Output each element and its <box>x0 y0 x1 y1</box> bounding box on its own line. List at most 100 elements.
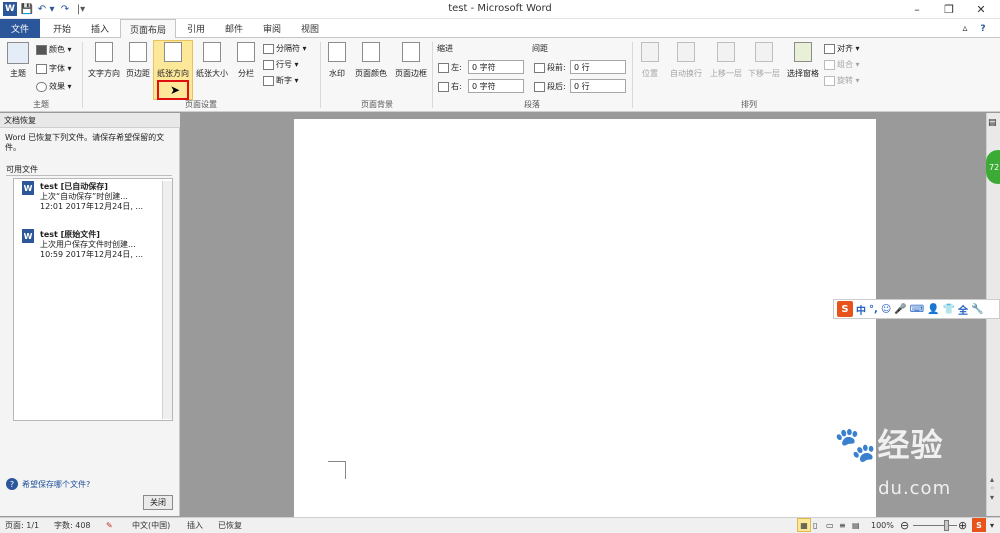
tab-file[interactable]: 文件 <box>0 19 40 38</box>
tab-mailings[interactable]: 邮件 <box>216 19 252 38</box>
align-button[interactable]: 对齐 ▾ <box>824 43 860 54</box>
minimize-button[interactable]: – <box>902 0 932 19</box>
hyphenation-label: 断字 ▾ <box>276 76 299 85</box>
ime-user-icon[interactable]: 👤 <box>927 304 939 315</box>
hyphenation-button[interactable]: 断字 ▾ <box>263 75 299 86</box>
bring-forward-button[interactable]: 上移一层 <box>706 42 746 79</box>
restore-button[interactable]: ❐ <box>934 0 964 19</box>
page-color-label: 页面颜色 <box>355 69 387 78</box>
insert-mode[interactable]: 插入 <box>187 518 203 532</box>
indent-left-icon <box>438 62 449 73</box>
ime-chinese-mode[interactable]: 中 <box>856 302 866 317</box>
file-item-original-text[interactable]: test [原始文件] 上次用户保存文件时创建... 10:59 2017年12… <box>40 230 143 260</box>
page-count[interactable]: 页面: 1/1 <box>5 518 39 532</box>
mouse-cursor-icon: ➤ <box>170 83 181 97</box>
sogou-tray-icon[interactable]: S <box>972 518 986 532</box>
columns-icon <box>237 42 255 62</box>
send-backward-button[interactable]: 下移一层 <box>744 42 784 79</box>
group-separator <box>432 42 433 108</box>
sogou-logo-icon[interactable]: S <box>837 301 853 317</box>
page-borders-button[interactable]: 页面边框 <box>391 42 431 79</box>
page-borders-label: 页面边框 <box>395 69 427 78</box>
page-size-button[interactable]: 纸张大小 <box>194 42 230 79</box>
close-pane-button[interactable]: 关闭 <box>143 495 173 510</box>
columns-label: 分栏 <box>238 69 254 78</box>
text-direction-button[interactable]: 文字方向 <box>86 42 122 79</box>
which-file-help-link[interactable]: 希望保存哪个文件? <box>22 479 90 490</box>
tab-insert[interactable]: 插入 <box>82 19 118 38</box>
zoom-slider-thumb[interactable] <box>944 520 949 531</box>
close-button[interactable]: ✕ <box>966 0 996 19</box>
indent-left-field[interactable]: 0 字符 <box>468 60 524 74</box>
spacing-after-field[interactable]: 0 行 <box>570 79 626 93</box>
zoom-level[interactable]: 100% <box>871 518 894 532</box>
recovered-file-list[interactable] <box>13 178 173 421</box>
full-screen-reading-icon[interactable]: ▯ <box>813 518 817 532</box>
indent-right-field[interactable]: 0 字符 <box>468 79 524 93</box>
recovery-message: Word 已恢复下列文件。请保存希望保留的文件。 <box>5 133 165 152</box>
ime-emoji-icon[interactable]: ☺ <box>881 304 891 315</box>
zoom-in-icon[interactable]: ⊕ <box>958 518 967 532</box>
ime-skin-icon[interactable]: 👕 <box>943 304 955 315</box>
ime-fullwidth-toggle[interactable]: 全 <box>958 302 968 317</box>
tab-view[interactable]: 视图 <box>292 19 328 38</box>
spacing-after-label: 段后: <box>534 81 566 92</box>
themes-label: 主题 <box>10 69 26 78</box>
floating-badge[interactable]: 72 <box>986 150 1000 184</box>
draft-view-icon[interactable]: ▤ <box>852 518 860 532</box>
breaks-button[interactable]: 分隔符 ▾ <box>263 43 307 54</box>
rotate-button[interactable]: 旋转 ▾ <box>824 75 860 86</box>
file-list-scrollbar[interactable] <box>162 181 172 419</box>
tab-page-layout[interactable]: 页面布局 <box>120 19 176 39</box>
help-question-icon: ? <box>6 478 18 490</box>
file-description: 上次用户保存文件时创建... <box>40 240 136 249</box>
theme-fonts-label: 字体 ▾ <box>49 64 72 73</box>
orientation-button[interactable]: 纸张方向 <box>153 42 193 79</box>
columns-button[interactable]: 分栏 <box>232 42 260 79</box>
print-layout-view-icon[interactable]: ▦ <box>797 518 811 532</box>
tab-home[interactable]: 开始 <box>44 19 80 38</box>
themes-button[interactable]: 主题 <box>4 42 32 79</box>
themes-icon <box>7 42 29 64</box>
proofing-icon[interactable]: ✎ <box>106 518 113 532</box>
file-item-autosaved-text[interactable]: test [已自动保存] 上次“自动保存”时创建... 12:01 2017年1… <box>40 182 143 212</box>
position-button[interactable]: 位置 <box>636 42 664 79</box>
theme-colors-button[interactable]: 颜色 ▾ <box>36 44 72 55</box>
line-numbers-button[interactable]: 行号 ▾ <box>263 59 299 70</box>
ime-voice-icon[interactable]: 🎤 <box>894 304 906 315</box>
zoom-out-icon[interactable]: ⊖ <box>900 518 909 532</box>
web-layout-icon[interactable]: ▭ <box>826 518 834 532</box>
theme-fonts-button[interactable]: 字体 ▾ <box>36 63 72 74</box>
outline-view-icon[interactable]: ≡ <box>839 518 846 532</box>
tab-review[interactable]: 审阅 <box>254 19 290 38</box>
send-backward-label: 下移一层 <box>748 69 780 78</box>
theme-effects-button[interactable]: 效果 ▾ <box>36 81 72 92</box>
selection-pane-button[interactable]: 选择窗格 <box>783 42 823 79</box>
language-indicator[interactable]: 中文(中国) <box>132 518 170 532</box>
spacing-before-icon <box>534 62 545 73</box>
ime-keyboard-icon[interactable]: ⌨ <box>910 304 924 315</box>
hyphenation-icon <box>263 75 274 86</box>
margins-button[interactable]: 页边距 <box>123 42 153 79</box>
word-count[interactable]: 字数: 408 <box>54 518 91 532</box>
tray-dropdown-icon[interactable]: ▾ <box>990 518 994 532</box>
breaks-icon <box>263 43 274 54</box>
margins-icon <box>129 42 147 62</box>
wrap-text-button[interactable]: 自动换行 <box>666 42 706 79</box>
ruler-toggle-icon[interactable]: ▤ <box>988 118 997 128</box>
help-icon[interactable]: ? <box>976 19 990 38</box>
ime-punctuation-icon[interactable]: °, <box>869 304 878 315</box>
minimize-ribbon-icon[interactable]: ▵ <box>958 19 972 38</box>
ime-settings-icon[interactable]: 🔧 <box>971 304 983 315</box>
theme-fonts-icon <box>36 63 47 74</box>
file-item-autosaved[interactable]: W <box>22 181 34 195</box>
group-separator <box>82 42 83 108</box>
ime-toolbar[interactable]: S 中 °, ☺ 🎤 ⌨ 👤 👕 全 🔧 <box>833 299 1000 319</box>
file-item-original[interactable]: W <box>22 229 34 243</box>
spacing-before-field[interactable]: 0 行 <box>570 60 626 74</box>
watermark-button[interactable]: 水印 <box>324 42 350 79</box>
zoom-slider-track[interactable] <box>913 525 957 526</box>
tab-references[interactable]: 引用 <box>178 19 214 38</box>
page-color-button[interactable]: 页面颜色 <box>351 42 391 79</box>
group-button[interactable]: 组合 ▾ <box>824 59 860 70</box>
